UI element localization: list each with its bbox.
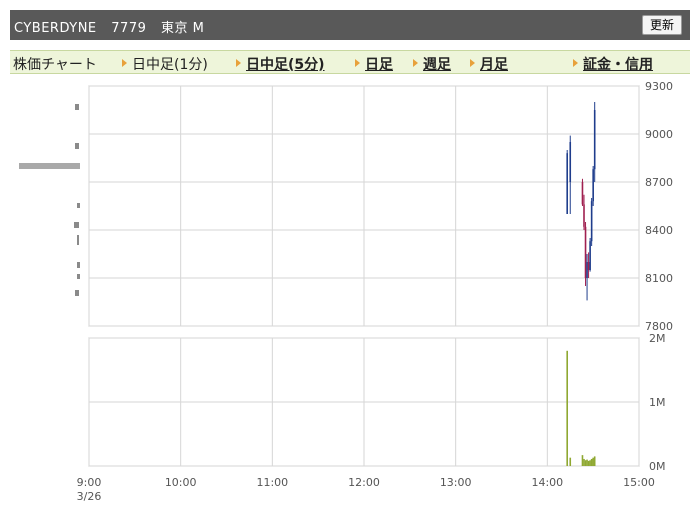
time-tick-label: 14:00 [531, 476, 563, 489]
candle-body [590, 201, 593, 242]
volume-bar [592, 457, 594, 466]
price-scale-marker [75, 290, 79, 296]
candle-body [584, 226, 587, 278]
volume-bar [590, 458, 593, 466]
volume-bars [566, 350, 596, 466]
volume-bar [587, 460, 590, 466]
price-scale-marker [77, 262, 80, 268]
time-tick-label: 11:00 [256, 476, 288, 489]
stock-chart: 7800810084008700900093000M1M2M9:00 10:00 1… [19, 80, 673, 503]
candle-body [587, 262, 590, 270]
price-tick-label: 9000 [645, 128, 673, 141]
price-scale-marker [75, 143, 79, 149]
price-tick-label: 9300 [645, 80, 673, 93]
volume-tick-label: 2M [649, 332, 666, 345]
volume-bar [566, 350, 568, 466]
volume-tick-label: 0M [649, 460, 666, 473]
time-tick-label: 13:00 [440, 476, 472, 489]
price-scale-marker [77, 274, 80, 279]
price-tick-label: 8400 [645, 224, 673, 237]
candle-body [581, 182, 584, 205]
price-scale-marker [75, 104, 79, 110]
price-scale-bar [19, 163, 80, 169]
time-tick-label: 12:00 [348, 476, 380, 489]
left-marker-strip [19, 104, 80, 296]
time-tick-label: 10:00 [165, 476, 197, 489]
volume-bar [584, 460, 587, 466]
volume-bar [581, 455, 584, 466]
candle-body [566, 153, 568, 214]
price-tick-label: 8100 [645, 272, 673, 285]
volume-bar [589, 460, 591, 466]
time-tick-label: 15:00 [623, 476, 655, 489]
price-scale-marker [74, 222, 79, 228]
price-candles [566, 102, 596, 301]
date-label: 3/26 [77, 490, 102, 503]
candle-body [569, 142, 572, 182]
volume-bar [569, 457, 572, 466]
time-tick-label: 9:00 [77, 476, 102, 489]
axis-labels: 7800810084008700900093000M1M2M9:00 10:00 1… [77, 80, 673, 503]
price-tick-label: 8700 [645, 176, 673, 189]
candle-body [593, 110, 596, 170]
volume-bar [583, 458, 585, 466]
volume-bar [586, 459, 588, 466]
candle-body [586, 262, 588, 278]
volume-bar [593, 456, 596, 466]
candle-body [589, 241, 591, 270]
volume-tick-label: 1M [649, 396, 666, 409]
candle-body [592, 169, 594, 202]
price-scale-marker [77, 235, 79, 245]
grid [88, 85, 640, 467]
price-scale-marker [77, 203, 80, 208]
candle-body [583, 204, 585, 227]
